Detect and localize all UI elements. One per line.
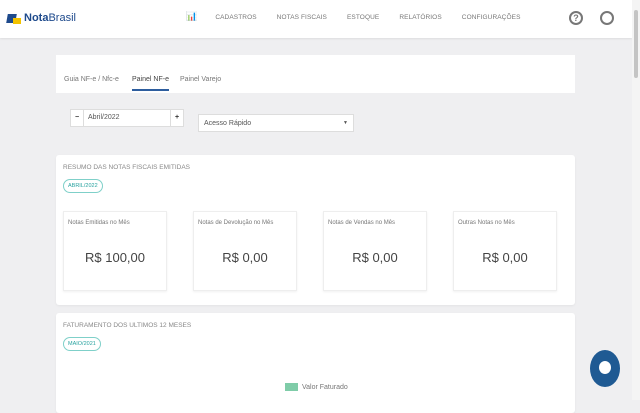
chat-button[interactable]	[590, 350, 620, 387]
tab-painel-nfe[interactable]: Painel NF-e	[132, 76, 169, 91]
stat-value: R$ 100,00	[85, 250, 145, 265]
brand-rest: Brasil	[48, 12, 76, 24]
user-profile-icon[interactable]	[600, 11, 614, 25]
stat-label: Outras Notas no Mês	[458, 220, 515, 226]
stat-label: Notas Emitidas no Mês	[68, 220, 130, 226]
top-header: NotaBrasil 📊 CADASTROS NOTAS FISCAIS EST…	[0, 0, 632, 38]
stat-card-emitidas: Notas Emitidas no Mês R$ 100,00	[63, 211, 167, 291]
stat-card-outras: Outras Notas no Mês R$ 0,00	[453, 211, 557, 291]
billing-card: FATURAMENTO DOS ULTIMOS 12 MESES MAIO/20…	[56, 313, 575, 413]
dashboard-chart-icon[interactable]: 📊	[186, 11, 197, 22]
tab-guia-nfe[interactable]: Guia NF-e / Nfc-e	[64, 76, 119, 83]
stat-card-devolucao: Notas de Devolução no Mês R$ 0,00	[193, 211, 297, 291]
stat-value: R$ 0,00	[352, 250, 398, 265]
stat-label: Notas de Vendas no Mês	[328, 220, 396, 226]
chevron-down-icon: ▼	[343, 120, 348, 126]
billing-title: FATURAMENTO DOS ULTIMOS 12 MESES	[63, 322, 192, 329]
month-stepper: − Abril/2022 +	[70, 109, 184, 127]
billing-period-badge: MAIO/2021	[63, 337, 101, 351]
legend-label: Valor Faturado	[302, 383, 348, 391]
previous-month-button[interactable]: −	[71, 110, 83, 126]
nav-relatorios[interactable]: RELATÓRIOS	[399, 14, 441, 22]
nav-estoque[interactable]: ESTOQUE	[347, 14, 379, 22]
scrollbar-thumb[interactable]	[634, 10, 638, 78]
nav-configuracoes[interactable]: CONFIGURAÇÕES	[462, 14, 521, 22]
quick-access-select[interactable]: Acesso Rápido ▼	[198, 114, 354, 132]
summary-period-badge: ABRIL/2022	[63, 179, 103, 193]
month-input[interactable]: Abril/2022	[83, 110, 171, 126]
main-nav: 📊 CADASTROS NOTAS FISCAIS ESTOQUE RELATÓ…	[186, 11, 541, 22]
tab-painel-varejo[interactable]: Painel Varejo	[180, 76, 221, 83]
help-icon[interactable]: ?	[569, 11, 583, 25]
summary-title: RESUMO DAS NOTAS FISCAIS EMITIDAS	[63, 164, 191, 171]
notabrasil-logo[interactable]: NotaBrasil	[6, 12, 76, 24]
quick-access-label: Acesso Rápido	[204, 120, 252, 127]
stat-value: R$ 0,00	[482, 250, 528, 265]
stat-label: Notas de Devolução no Mês	[198, 220, 274, 226]
logo-icon	[6, 12, 21, 24]
nav-cadastros[interactable]: CADASTROS	[215, 14, 256, 22]
legend-swatch	[285, 383, 298, 391]
stat-card-vendas: Notas de Vendas no Mês R$ 0,00	[323, 211, 427, 291]
chart-legend[interactable]: Valor Faturado	[285, 383, 348, 391]
summary-card: RESUMO DAS NOTAS FISCAIS EMITIDAS ABRIL/…	[56, 155, 575, 305]
page-scrollbar[interactable]	[632, 0, 640, 400]
nav-notas-fiscais[interactable]: NOTAS FISCAIS	[277, 14, 327, 22]
brand-bold: Nota	[24, 12, 49, 24]
stat-value: R$ 0,00	[222, 250, 268, 265]
next-month-button[interactable]: +	[171, 110, 183, 126]
tab-bar: Guia NF-e / Nfc-e Painel NF-e Painel Var…	[56, 55, 575, 93]
chat-bubble-icon	[599, 361, 611, 374]
